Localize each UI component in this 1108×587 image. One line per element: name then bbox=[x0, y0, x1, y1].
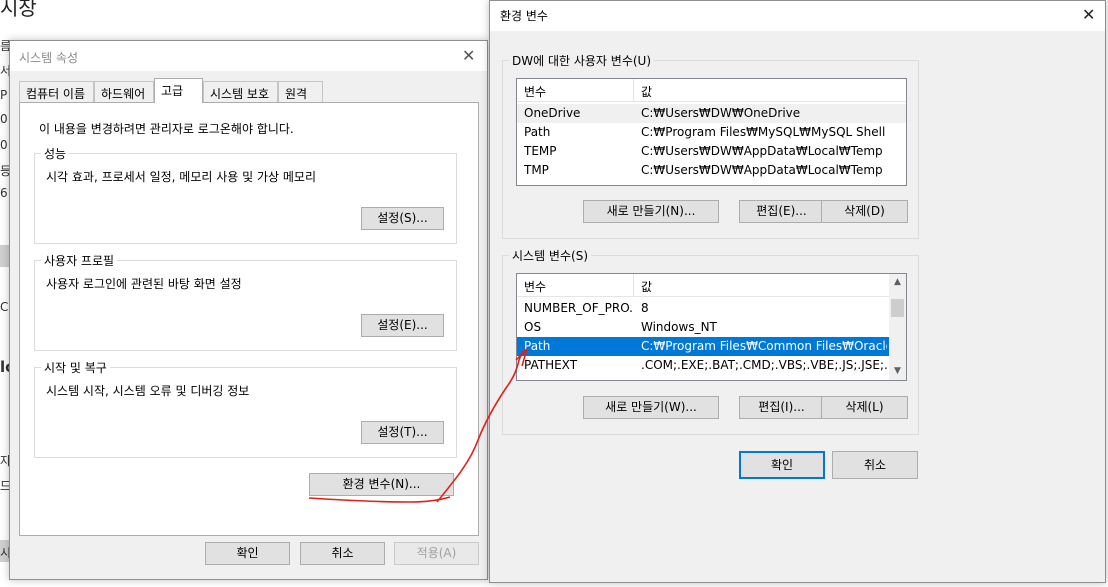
variable-name: PATHEXT bbox=[524, 358, 578, 372]
tab-hardware[interactable]: 하드웨어 bbox=[94, 81, 154, 102]
variable-value: C:₩Users₩DW₩OneDrive bbox=[641, 106, 801, 120]
performance-settings-button[interactable]: 설정(S)... bbox=[361, 207, 444, 230]
background-text: C bbox=[0, 300, 9, 314]
group-label: 시스템 변수(S) bbox=[509, 247, 591, 264]
list-row[interactable]: NUMBER_OF_PRO... 8 bbox=[517, 299, 891, 318]
tab-panel-advanced: 이 내용을 변경하려면 관리자로 로그온해야 합니다. 성능 시각 효과, 프로… bbox=[19, 102, 479, 536]
variable-name: OS bbox=[524, 320, 542, 334]
scroll-thumb[interactable] bbox=[891, 299, 904, 317]
group-label: 성능 bbox=[41, 145, 70, 162]
variable-name: NUMBER_OF_PRO... bbox=[524, 301, 632, 315]
tab-advanced[interactable]: 고급 bbox=[154, 78, 203, 103]
variable-name: TMP bbox=[524, 163, 549, 177]
dialog-title: 환경 변수 bbox=[500, 9, 548, 23]
variable-value: .COM;.EXE;.BAT;.CMD;.VBS;.VBE;.JS;.JSE;.… bbox=[641, 358, 887, 372]
vertical-scrollbar[interactable]: ▲ ▼ bbox=[889, 274, 906, 380]
background-text: 6 bbox=[0, 186, 8, 200]
user-profiles-group: 사용자 프로필 사용자 로그인에 관련된 바탕 화면 설정 설정(E)... bbox=[34, 252, 457, 351]
variable-value: C:₩Program Files₩MySQL₩MySQL Shell 8.... bbox=[641, 125, 887, 139]
group-label: 사용자 프로필 bbox=[41, 252, 118, 269]
system-properties-dialog: 시스템 속성 ✕ 컴퓨터 이름 하드웨어 고급 시스템 보호 원격 이 내용을 … bbox=[9, 40, 488, 580]
variable-value: C:₩Users₩DW₩AppData₩Local₩Temp bbox=[641, 144, 883, 158]
tab-system-protection[interactable]: 시스템 보호 bbox=[203, 81, 278, 102]
user-variables-list[interactable]: 변수 값 OneDrive C:₩Users₩DW₩OneDrive Path … bbox=[516, 78, 907, 186]
group-label: 시작 및 복구 bbox=[41, 359, 110, 376]
variable-name: Path bbox=[524, 339, 551, 353]
list-header: 변수 값 bbox=[517, 274, 891, 297]
ok-button[interactable]: 확인 bbox=[205, 542, 290, 565]
group-description: 시스템 시작, 시스템 오류 및 디버깅 정보 bbox=[46, 384, 250, 398]
list-row[interactable]: TEMP C:₩Users₩DW₩AppData₩Local₩Temp bbox=[517, 142, 906, 161]
list-row-selected[interactable]: Path C:₩Program Files₩Common Files₩Oracl… bbox=[517, 337, 891, 356]
performance-group: 성능 시각 효과, 프로세서 일정, 메모리 사용 및 가상 메모리 설정(S)… bbox=[34, 145, 457, 244]
system-variables-list[interactable]: 변수 값 NUMBER_OF_PRO... 8 OS Windows_NT Pa… bbox=[516, 273, 907, 381]
close-icon[interactable]: ✕ bbox=[1082, 7, 1095, 23]
variable-value: C:₩Users₩DW₩AppData₩Local₩Temp bbox=[641, 163, 883, 177]
variable-name: Path bbox=[524, 125, 551, 139]
scroll-up-icon[interactable]: ▲ bbox=[889, 274, 906, 291]
background-text: 0 bbox=[0, 138, 8, 152]
system-delete-button[interactable]: 삭제(L) bbox=[821, 396, 908, 419]
user-variables-group: DW에 대한 사용자 변수(U) 변수 값 OneDrive C:₩Users₩… bbox=[502, 52, 919, 239]
env-cancel-button[interactable]: 취소 bbox=[832, 451, 918, 479]
startup-recovery-group: 시작 및 복구 시스템 시작, 시스템 오류 및 디버깅 정보 설정(T)... bbox=[34, 359, 457, 458]
startup-recovery-settings-button[interactable]: 설정(T)... bbox=[361, 421, 444, 444]
system-new-button[interactable]: 새로 만들기(W)... bbox=[583, 396, 719, 419]
close-icon[interactable]: ✕ bbox=[462, 48, 475, 64]
variable-value: Windows_NT bbox=[641, 320, 717, 334]
cancel-button[interactable]: 취소 bbox=[300, 542, 385, 565]
list-row[interactable]: Path C:₩Program Files₩MySQL₩MySQL Shell … bbox=[517, 123, 906, 142]
column-header-variable[interactable]: 변수 bbox=[517, 274, 634, 296]
background-text: P bbox=[0, 88, 8, 102]
user-new-button[interactable]: 새로 만들기(N)... bbox=[583, 200, 719, 223]
group-description: 사용자 로그인에 관련된 바탕 화면 설정 bbox=[46, 277, 242, 291]
system-edit-button[interactable]: 편집(I)... bbox=[739, 396, 824, 419]
variable-value: C:₩Program Files₩Common Files₩Oracle₩... bbox=[641, 339, 887, 353]
tab-remote[interactable]: 원격 bbox=[278, 81, 323, 102]
title-bar: 시스템 속성 ✕ bbox=[10, 41, 487, 71]
list-row[interactable]: OneDrive C:₩Users₩DW₩OneDrive bbox=[517, 104, 906, 123]
list-row[interactable]: PATHEXT .COM;.EXE;.BAT;.CMD;.VBS;.VBE;.J… bbox=[517, 356, 891, 375]
tab-computer-name[interactable]: 컴퓨터 이름 bbox=[19, 81, 94, 102]
env-ok-button[interactable]: 확인 bbox=[739, 451, 825, 479]
title-bar: 환경 변수 ✕ bbox=[490, 1, 1105, 31]
group-label: DW에 대한 사용자 변수(U) bbox=[509, 52, 655, 69]
variable-name: TEMP bbox=[524, 144, 557, 158]
user-profiles-settings-button[interactable]: 설정(E)... bbox=[361, 314, 444, 337]
group-description: 시각 효과, 프로세서 일정, 메모리 사용 및 가상 메모리 bbox=[46, 170, 316, 184]
apply-button[interactable]: 적용(A) bbox=[394, 542, 479, 565]
admin-note: 이 내용을 변경하려면 관리자로 로그온해야 합니다. bbox=[39, 122, 294, 136]
column-header-variable[interactable]: 변수 bbox=[517, 79, 634, 101]
column-header-value[interactable]: 값 bbox=[634, 79, 652, 101]
environment-variables-dialog: 환경 변수 ✕ DW에 대한 사용자 변수(U) 변수 값 OneDrive C… bbox=[489, 0, 1106, 583]
system-variables-group: 시스템 변수(S) 변수 값 NUMBER_OF_PRO... 8 OS Win… bbox=[502, 247, 919, 435]
variable-name: OneDrive bbox=[524, 106, 581, 120]
user-edit-button[interactable]: 편집(E)... bbox=[739, 200, 824, 223]
dialog-title: 시스템 속성 bbox=[19, 51, 79, 65]
background-heading: 시장 bbox=[0, 0, 37, 20]
background-text: 0 bbox=[0, 112, 8, 126]
list-row[interactable]: OS Windows_NT bbox=[517, 318, 891, 337]
list-row[interactable]: TMP C:₩Users₩DW₩AppData₩Local₩Temp bbox=[517, 161, 906, 180]
environment-variables-button[interactable]: 환경 변수(N)... bbox=[309, 473, 454, 496]
variable-value: 8 bbox=[641, 301, 649, 315]
column-header-value[interactable]: 값 bbox=[634, 274, 652, 296]
list-header: 변수 값 bbox=[517, 79, 906, 102]
scroll-down-icon[interactable]: ▼ bbox=[889, 363, 906, 380]
background-block bbox=[0, 245, 9, 267]
user-delete-button[interactable]: 삭제(D) bbox=[821, 200, 908, 223]
